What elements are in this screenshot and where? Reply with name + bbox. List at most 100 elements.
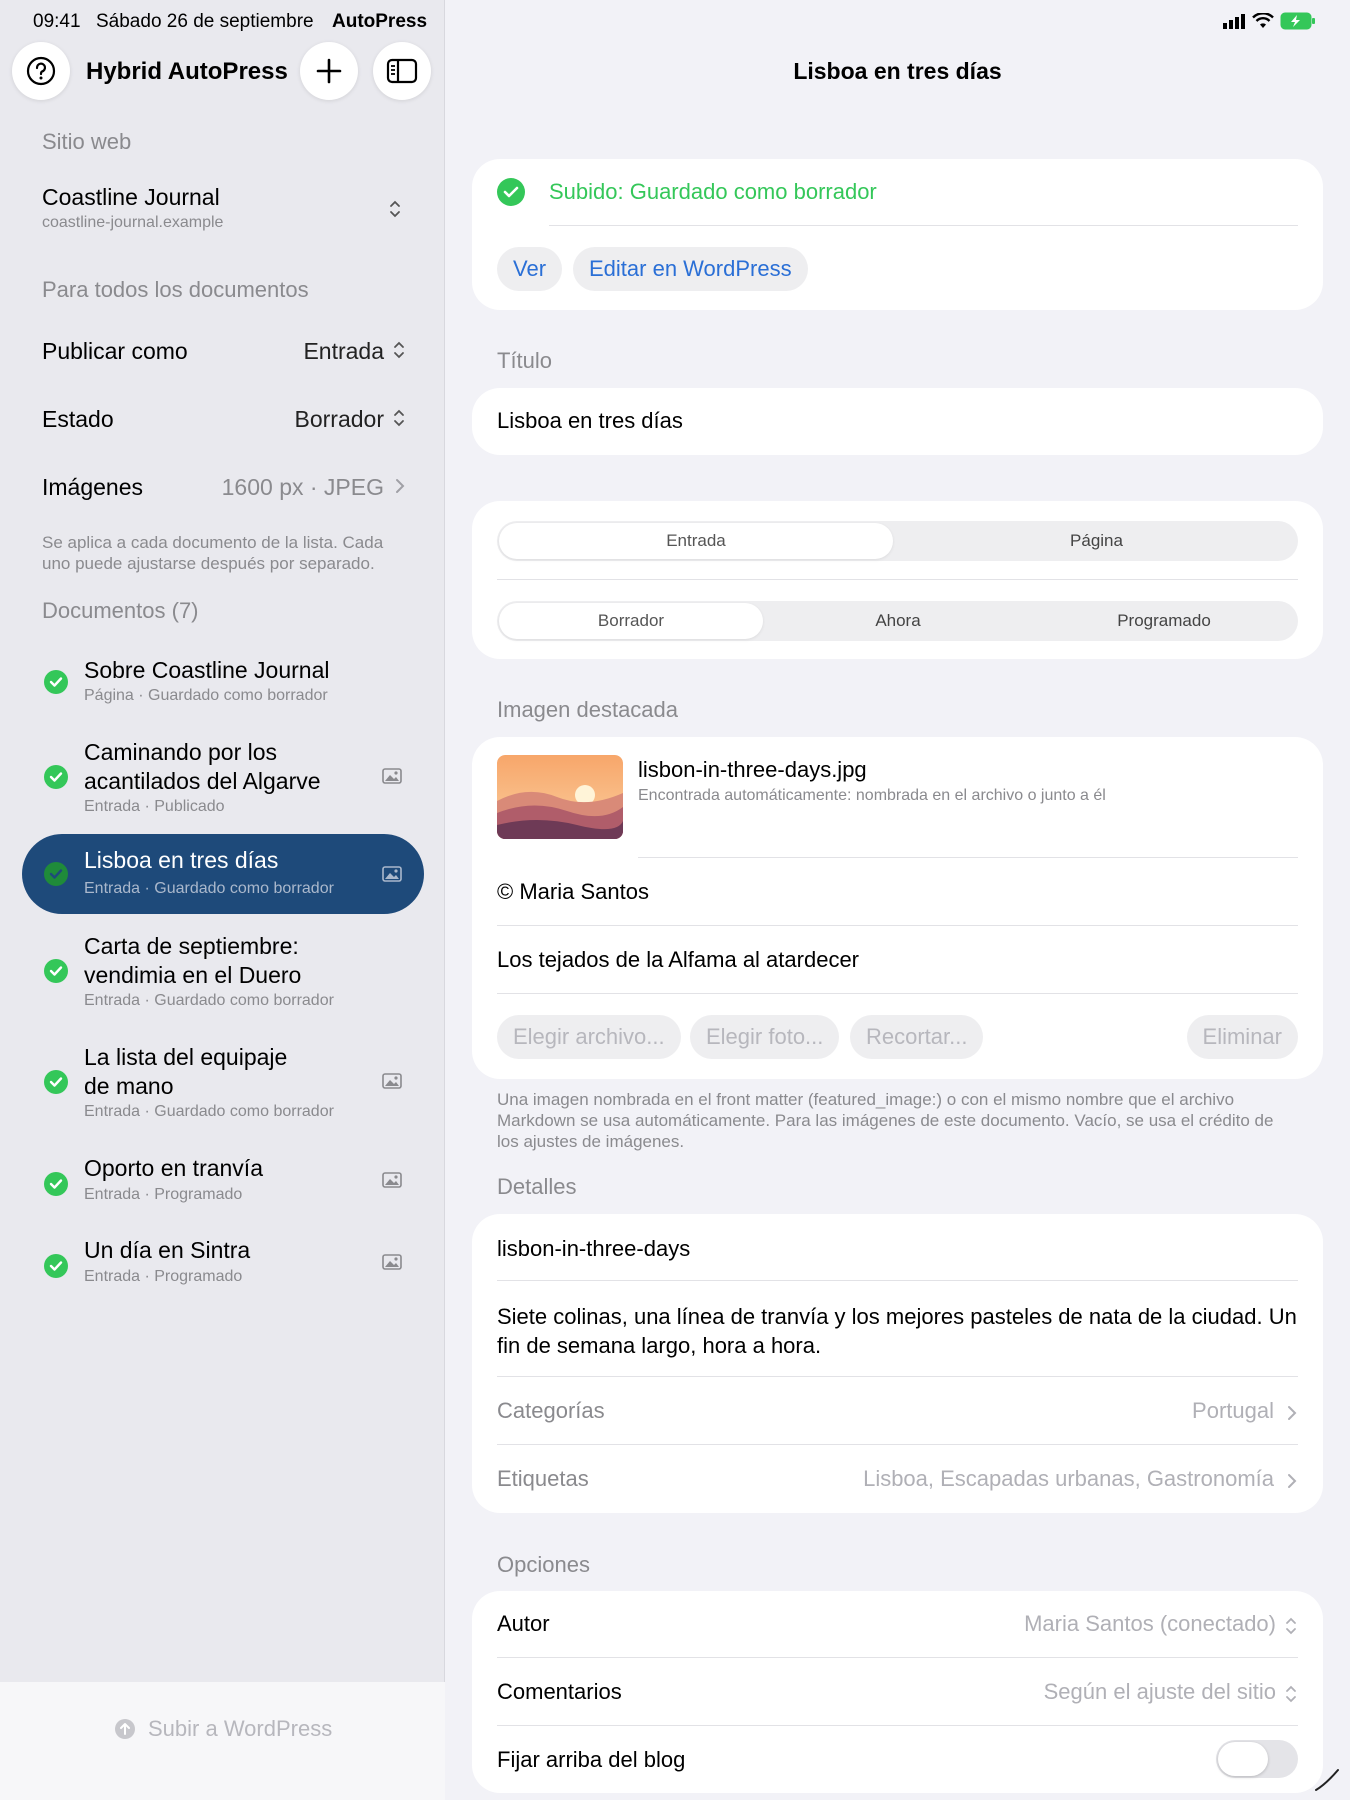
document-item[interactable]: Oporto en tranvía Entrada · Programado xyxy=(22,1148,424,1218)
chevron-up-down-icon xyxy=(394,409,404,427)
document-title: La lista del equipaje de mano xyxy=(84,1044,288,1099)
publish-as-value: Entrada xyxy=(303,338,384,364)
divider xyxy=(549,225,1298,226)
slug-field[interactable]: lisbon-in-three-days xyxy=(497,1236,690,1262)
toggle-sidebar-button[interactable] xyxy=(373,42,431,100)
all-docs-section-label: Para todos los documentos xyxy=(42,277,309,302)
help-button[interactable] xyxy=(12,42,70,100)
categories-label: Categorías xyxy=(497,1398,605,1423)
site-name: Coastline Journal xyxy=(42,184,220,210)
excerpt-field[interactable]: Siete colinas, una línea de tranvía y lo… xyxy=(497,1302,1297,1360)
publish-as-selector[interactable]: Publicar como Entrada xyxy=(42,332,406,372)
author-value: Maria Santos (conectado) xyxy=(1024,1611,1276,1636)
segment-entrada[interactable]: Entrada xyxy=(499,523,893,559)
chevron-right-icon xyxy=(1288,1474,1297,1488)
document-subtitle: Entrada · Guardado como borrador xyxy=(84,880,334,897)
document-title: Un día en Sintra xyxy=(84,1237,251,1263)
chevron-up-down-icon xyxy=(390,200,400,218)
choose-file-button[interactable]: Elegir archivo... xyxy=(497,1015,681,1059)
image-icon xyxy=(382,866,402,882)
document-subtitle: Entrada · Guardado como borrador xyxy=(84,992,334,1009)
comments-label: Comentarios xyxy=(497,1679,622,1704)
wifi-icon xyxy=(1252,13,1274,28)
remove-image-button[interactable]: Eliminar xyxy=(1186,1015,1298,1059)
app-title: Hybrid AutoPress xyxy=(86,58,288,85)
status-label: Estado xyxy=(42,406,114,432)
sticky-row: Fijar arriba del blog xyxy=(497,1747,1298,1777)
document-item[interactable]: Caminando por los acantilados del Algarv… xyxy=(22,732,424,822)
divider xyxy=(497,1657,1298,1658)
image-filename: lisbon-in-three-days.jpg xyxy=(638,757,867,782)
question-icon xyxy=(26,56,56,86)
image-credit-field[interactable]: © Maria Santos xyxy=(497,879,649,905)
document-title: Sobre Coastline Journal xyxy=(84,657,330,683)
page-title: Lisboa en tres días xyxy=(793,58,1002,84)
uploaded-check-icon xyxy=(44,862,68,886)
chevron-up-down-icon xyxy=(1286,1685,1296,1703)
categories-value: Portugal xyxy=(1192,1398,1274,1423)
document-item[interactable]: Sobre Coastline Journal Página · Guardad… xyxy=(22,646,424,716)
image-icon xyxy=(382,1254,402,1270)
site-section-label: Sitio web xyxy=(42,129,132,154)
success-check-icon xyxy=(497,178,525,206)
segment-borrador[interactable]: Borrador xyxy=(499,603,763,639)
image-icon xyxy=(382,1073,402,1089)
uploaded-check-icon xyxy=(44,765,68,789)
upload-to-wordpress-button[interactable]: Subir a WordPress xyxy=(114,1716,332,1742)
title-field[interactable]: Lisboa en tres días xyxy=(472,388,1323,455)
settings-note: Se aplica a cada documento de la lista. … xyxy=(42,533,384,573)
upload-icon xyxy=(115,1719,135,1739)
details-section-label: Detalles xyxy=(497,1174,577,1199)
image-icon xyxy=(382,768,402,784)
segment-programado[interactable]: Programado xyxy=(1031,601,1297,641)
sidebar: Hybrid AutoPress Sitio web Coastline Jou… xyxy=(0,0,445,1800)
choose-photo-button[interactable]: Elegir foto... xyxy=(690,1015,840,1059)
status-app-name: AutoPress xyxy=(332,11,428,32)
chevron-right-icon xyxy=(1288,1406,1297,1420)
divider xyxy=(497,925,1298,926)
featured-image-info: Una imagen nombrada en el front matter (… xyxy=(497,1090,1274,1151)
segment-pagina[interactable]: Página xyxy=(897,521,1296,561)
publish-as-label: Publicar como xyxy=(42,338,188,364)
categories-row[interactable]: Categorías Portugal xyxy=(497,1398,1298,1428)
sidebar-footer: Subir a WordPress xyxy=(0,1682,445,1800)
document-title: Carta de septiembre: vendimia en el Duer… xyxy=(84,933,302,988)
upload-label: Subir a WordPress xyxy=(148,1716,333,1741)
add-document-button[interactable] xyxy=(300,42,358,100)
images-settings-row[interactable]: Imágenes 1600 px · JPEG xyxy=(42,468,406,508)
chevron-up-down-icon xyxy=(394,341,404,359)
comments-selector[interactable]: Comentarios Según el ajuste del sitio xyxy=(497,1679,1298,1709)
document-subtitle: Entrada · Programado xyxy=(84,1186,243,1203)
status-selector[interactable]: Estado Borrador xyxy=(42,400,406,440)
images-value: 1600 px · JPEG xyxy=(221,474,384,500)
view-button[interactable]: Ver xyxy=(497,247,563,291)
crop-button[interactable]: Recortar... xyxy=(850,1015,984,1059)
author-selector[interactable]: Autor Maria Santos (conectado) xyxy=(497,1611,1298,1641)
uploaded-check-icon xyxy=(44,1070,68,1094)
sidebar-icon xyxy=(386,58,418,84)
divider xyxy=(497,1725,1298,1726)
uploaded-check-icon xyxy=(44,670,68,694)
document-subtitle: Página · Guardado como borrador xyxy=(84,687,328,704)
tags-row[interactable]: Etiquetas Lisboa, Escapadas urbanas, Gas… xyxy=(497,1466,1298,1496)
tags-value: Lisboa, Escapadas urbanas, Gastronomía xyxy=(863,1466,1274,1491)
document-item[interactable]: La lista del equipaje de mano Entrada · … xyxy=(22,1037,424,1127)
upload-status-text: Subido: Guardado como borrador xyxy=(549,179,877,204)
document-item[interactable]: Un día en Sintra Entrada · Programado xyxy=(22,1230,424,1300)
divider xyxy=(497,1444,1298,1445)
status-value: Borrador xyxy=(294,406,384,432)
post-type-status-card: Entrada Página Borrador Ahora Programado xyxy=(472,501,1323,659)
pencil-hover-icon xyxy=(1315,1769,1339,1791)
images-label: Imágenes xyxy=(42,474,144,500)
segment-ahora[interactable]: Ahora xyxy=(765,601,1031,641)
title-input-value: Lisboa en tres días xyxy=(497,408,683,433)
document-subtitle: Entrada · Guardado como borrador xyxy=(84,1103,334,1120)
edit-in-wordpress-button[interactable]: Editar en WordPress xyxy=(573,247,808,291)
sidebar-toolbar: Hybrid AutoPress xyxy=(0,42,445,100)
document-item-selected[interactable]: Lisboa en tres días Entrada · Guardado c… xyxy=(22,834,424,914)
document-item[interactable]: Carta de septiembre: vendimia en el Duer… xyxy=(22,926,424,1016)
divider xyxy=(497,1376,1298,1377)
featured-image-thumbnail[interactable] xyxy=(497,755,623,839)
sticky-toggle[interactable] xyxy=(1216,1740,1298,1778)
image-caption-field[interactable]: Los tejados de la Alfama al atardecer xyxy=(497,947,859,973)
